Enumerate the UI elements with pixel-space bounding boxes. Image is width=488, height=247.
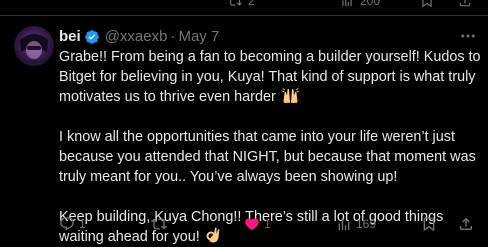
previous-views-button[interactable]: 200: [340, 0, 380, 8]
like-count: 1: [264, 217, 271, 231]
author-name[interactable]: bei: [59, 28, 81, 46]
previous-retweet-button[interactable]: 2: [228, 0, 255, 8]
retweet-button[interactable]: [151, 216, 171, 232]
previous-tweet-action-bar: 2 200: [0, 0, 488, 16]
previous-views-count: 200: [360, 0, 381, 8]
tweet-paragraph-2: I know all the opportunities that came i…: [59, 129, 476, 185]
more-options-button[interactable]: [458, 26, 478, 46]
views-icon: [338, 218, 350, 230]
share-icon: [459, 0, 471, 7]
like-icon: [245, 218, 259, 231]
previous-retweet-count: 2: [248, 0, 255, 8]
tweet-date[interactable]: May 7: [178, 28, 219, 46]
like-button[interactable]: 1: [244, 216, 271, 232]
avatar-image: [14, 26, 54, 66]
share-icon: [460, 217, 472, 230]
retweet-icon: [151, 218, 167, 230]
reply-count: 1: [79, 217, 86, 231]
views-icon: [342, 0, 352, 7]
tweet-header: bei @xxaexb · May 7: [59, 28, 219, 46]
header-separator: ·: [170, 28, 176, 45]
tweet-paragraph-1-text: Grabe!! From being a fan to becoming a b…: [59, 49, 481, 105]
tweet-paragraph-1: Grabe!! From being a fan to becoming a b…: [59, 47, 483, 107]
verified-badge-icon: [84, 30, 99, 44]
previous-share-button[interactable]: [458, 0, 472, 8]
reply-icon: [60, 217, 74, 231]
reply-button[interactable]: 1: [59, 216, 86, 232]
bookmark-icon: [423, 217, 435, 232]
author-handle[interactable]: @xxaexb: [105, 28, 168, 46]
views-button[interactable]: 169: [336, 216, 376, 232]
share-button[interactable]: [458, 216, 474, 232]
views-count: 169: [356, 217, 377, 231]
bookmark-icon: [422, 0, 432, 8]
raising-hands-emoji: [281, 88, 299, 103]
more-options-icon: [461, 34, 475, 38]
previous-bookmark-button[interactable]: [420, 0, 434, 8]
bookmark-button[interactable]: [421, 216, 437, 232]
retweet-icon: [230, 0, 242, 6]
avatar[interactable]: [14, 26, 54, 66]
tweet-action-bar: 1 1 169: [59, 216, 488, 234]
